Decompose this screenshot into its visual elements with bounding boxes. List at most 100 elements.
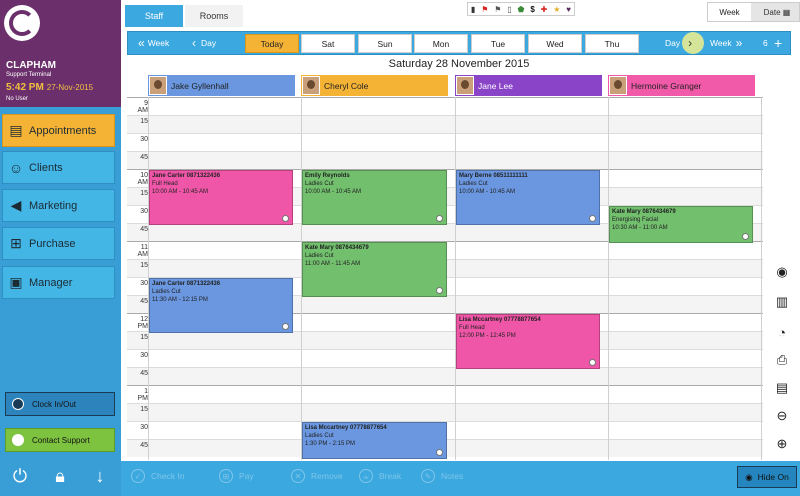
time-slot-row[interactable]: 45 [127,151,763,169]
staff-name: Hermoine Granger [631,80,702,91]
calendar-icon: ▦ [782,7,791,17]
view-date-button[interactable]: Date ▦ [755,3,799,21]
appointment-block[interactable]: Kate Mary 0876434679 Ladies Cut 11:00 AM -… [302,242,447,297]
time-label: 11 AM [137,244,149,258]
schedule-grid[interactable]: 9 AM 15 30 45 10 AM 15 30 45 11 AM 15 30 45 12 PM 15 3… [127,97,763,460]
date-navigation: «Week ‹ Day Today Sat Sun Mon Tue Wed Thu… [127,31,791,55]
time-label: 9 AM [137,100,149,114]
time-label: 30 [140,136,148,143]
time-label: 15 [140,406,148,413]
tab-staff[interactable]: Staff [125,5,183,27]
staff-header-cheryl[interactable]: Cheryl Cole [301,75,448,96]
clients-icon: ☺ [8,159,24,176]
time-slot-row[interactable]: 1 PM [127,385,763,403]
check-in-button[interactable]: ✓ Check In [131,461,185,491]
view-week-button[interactable]: Week [708,3,751,21]
sidebar: CLAPHAM Support Terminal 5:42 PM 27-Nov-2… [0,0,121,496]
avatar [456,76,474,95]
day-sun[interactable]: Sun [358,34,412,53]
legend-icons: ▮ ⚑ ⚑ ▯ ⬟ $ ✚ ★ ♥ [467,2,575,16]
clock-in-out-label: Clock In/Out [32,399,77,409]
next-day-button[interactable]: Day › [665,32,692,54]
close-icon: ✕ [291,469,305,483]
appointment-block[interactable]: Emily Reynolds Ladies Cut 10:00 AM - 10:45… [302,170,447,225]
prev-day-button[interactable]: ‹ Day [192,32,216,54]
day-thu[interactable]: Thu [585,34,639,53]
nav-purchase[interactable]: ⊞ Purchase [2,227,115,260]
appointment-service: Energising Facial [612,217,659,223]
staff-header-jane[interactable]: Jane Lee [455,75,602,96]
invoice-icon[interactable]: ▥ [772,292,792,312]
nav-clients[interactable]: ☺ Clients [2,151,115,184]
nav-label: Purchase [29,237,76,250]
document-icon: ▯ [507,4,512,14]
contact-support-button[interactable]: Contact Support [5,428,115,452]
appointment-block[interactable]: Lisa Mccartney 07778877654 Full Head 12:00… [456,314,600,369]
time-slot-row[interactable]: 15 [127,331,763,349]
card-icon: ▮ [470,4,476,14]
break-button[interactable]: ☕︎ Break [359,461,401,491]
brand-panel: CLAPHAM Support Terminal 5:42 PM 27-Nov-2… [0,0,121,107]
day-today[interactable]: Today [245,34,299,53]
time-slot-row[interactable]: 9 AM [127,97,763,115]
remove-button[interactable]: ✕ Remove [291,461,343,491]
zoom-out-icon[interactable]: ⊖ [772,406,792,426]
lock-icon[interactable]: 🔒︎ [45,462,75,490]
time-slot-row[interactable]: 45 [127,367,763,385]
day-mon[interactable]: Mon [414,34,468,53]
contact-support-label: Contact Support [32,435,90,445]
printer-icon[interactable]: ⎙ [772,350,792,370]
appointment-block[interactable]: Mary Berne 08511111111 Ladies Cut 10:00 AM… [456,170,600,225]
clock-in-out-button[interactable]: Clock In/Out [5,392,115,416]
hide-on-button[interactable]: ◉ Hide On [737,466,797,488]
power-icon[interactable]: ⏻ [5,462,35,490]
appointment-block[interactable]: Jane Carter 0871322436 Ladies Cut 11:30 AM… [149,278,293,333]
notes-button[interactable]: ✎ Notes [421,461,463,491]
nav-label: Clients [29,161,63,174]
cart-icon: ⊞ [219,469,233,483]
nav-marketing[interactable]: ◀ Marketing [2,189,115,222]
current-time: 5:42 PM 27-Nov-2015 [6,82,94,93]
column-divider [761,97,762,460]
zoom-in-icon[interactable]: ⊕ [772,434,792,454]
eye-icon[interactable]: ◉ [772,262,792,282]
day-sat[interactable]: Sat [301,34,355,53]
appointment-time: 11:30 AM - 12:15 PM [152,297,208,303]
appointment-block[interactable]: Jane Carter 0871322436 Full Head 10:00 AM … [149,170,293,225]
day-tue[interactable]: Tue [471,34,525,53]
appointment-block[interactable]: Kate Mary 0876434679 Energising Facial 10:… [609,206,753,243]
time-label: 1 PM [137,388,149,402]
appointment-service: Full Head [152,181,178,187]
terminal-label: Support Terminal [6,72,52,78]
nav-appointments[interactable]: ▤ Appointments [2,114,115,147]
tab-rooms[interactable]: Rooms [185,5,243,27]
arrow-down-icon[interactable]: ↓ [85,462,115,490]
time-slot-row[interactable]: 30 [127,133,763,151]
add-button[interactable]: + [774,32,782,54]
dollar-icon: $ [530,4,535,14]
time-label: 45 [140,442,148,449]
notes-icon[interactable]: ▤ [772,378,792,398]
flag-icon [436,215,443,222]
time-slot-row[interactable]: 15 [127,115,763,133]
time-slot-row[interactable]: 30 [127,349,763,367]
day-wed[interactable]: Wed [528,34,582,53]
time-label: 15 [140,118,148,125]
appointment-block[interactable]: Lisa Mccartney 07778877654 Ladies Cut 1:30… [302,422,447,459]
pay-button[interactable]: ⊞ Pay [219,461,254,491]
nav-manager[interactable]: ▣ Manager [2,266,115,299]
staff-header-hermoine[interactable]: Hermoine Granger [608,75,755,96]
appointment-time: 12:00 PM - 12:45 PM [459,333,516,339]
flag-icon [589,215,596,222]
time-slot-row[interactable]: 15 [127,403,763,421]
column-divider [455,97,456,460]
chevron-right-icon: › [688,36,693,50]
support-icon [12,434,24,446]
time-label: 15 [140,262,148,269]
clock-icon[interactable]: ◔ [772,322,792,342]
appointment-title: Jane Carter 0871322436 [152,173,221,179]
staff-header-jake[interactable]: Jake Gyllenhall [148,75,295,96]
next-week-button[interactable]: Week» [710,32,742,54]
prev-week-button[interactable]: «Week [138,32,169,54]
appointment-service: Ladies Cut [152,289,181,295]
